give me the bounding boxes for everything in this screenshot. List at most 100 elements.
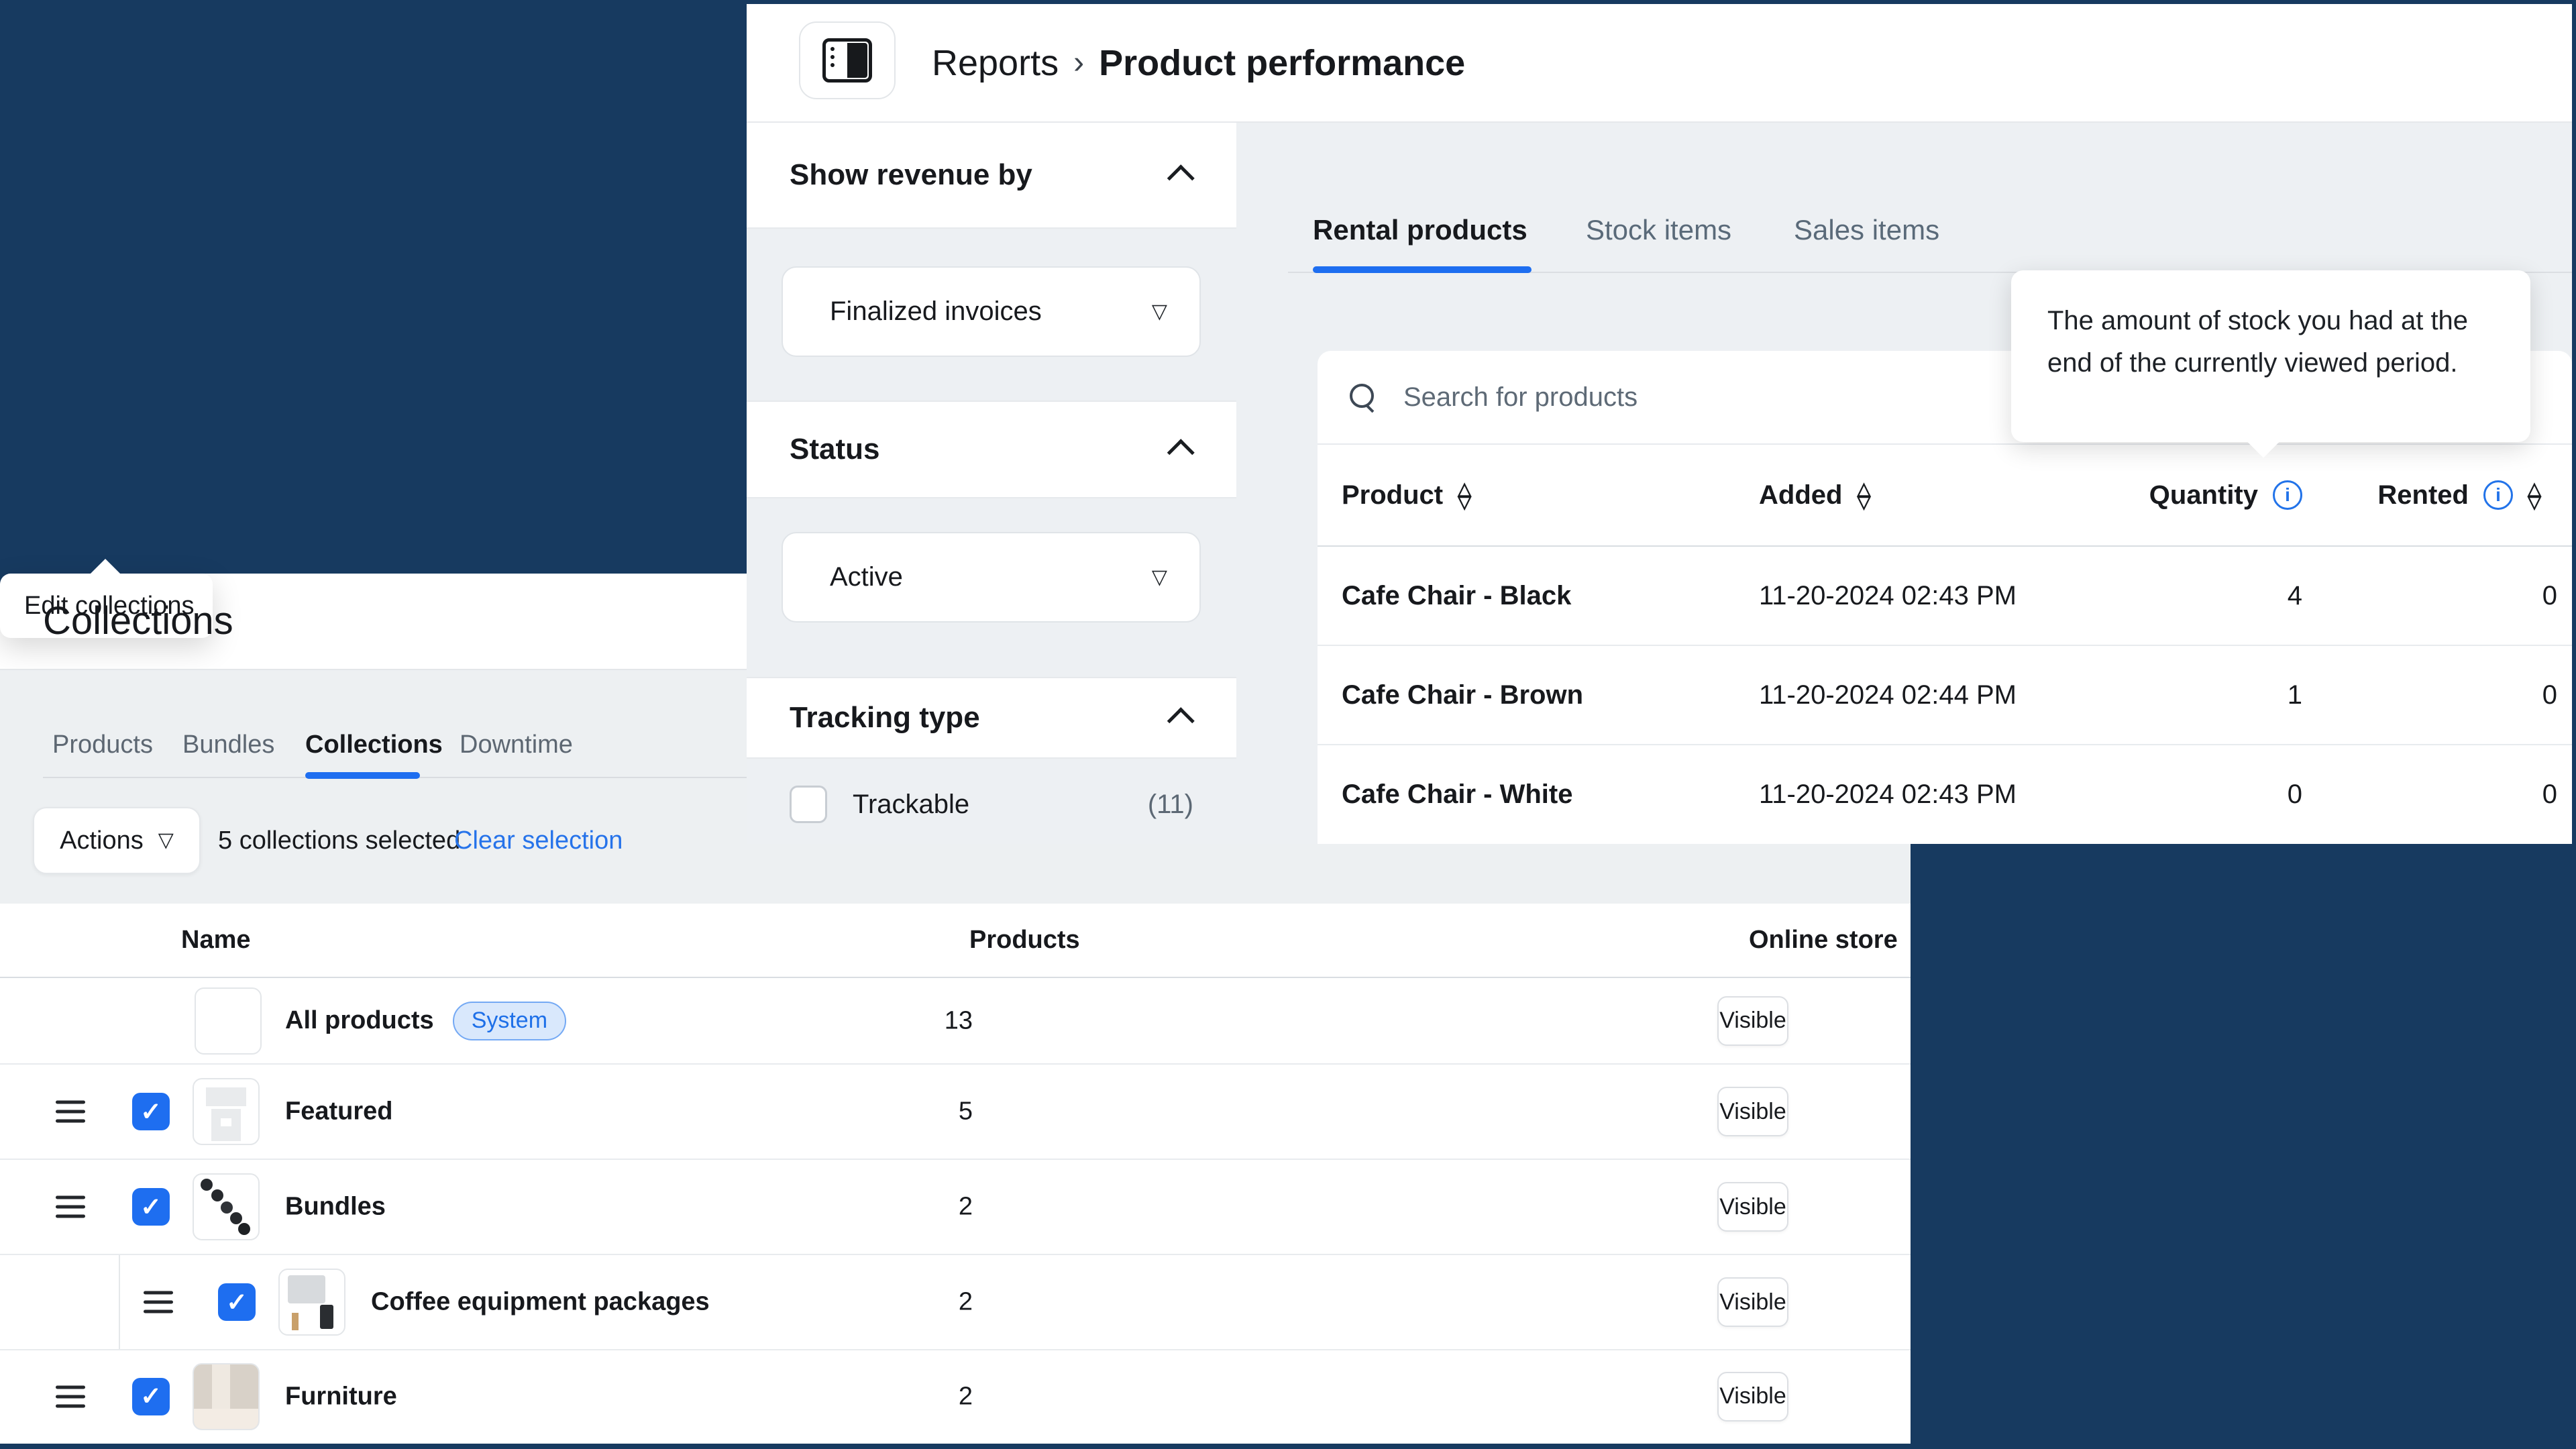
- trackable-count: (11): [1148, 790, 1193, 820]
- clear-selection-link[interactable]: Clear selection: [454, 807, 623, 874]
- table-row-coffee-equipment-packages: ✓ Coffee equipment packages 2 Visible: [0, 1255, 1911, 1350]
- info-icon[interactable]: i: [2483, 480, 2513, 510]
- online-store-visibility-button[interactable]: Visible: [1717, 1277, 1788, 1327]
- cell-product: Cafe Chair - Black: [1342, 547, 1571, 645]
- row-name: Featured: [285, 1097, 392, 1126]
- actions-dropdown-menu: Edit collections: [0, 574, 213, 638]
- reports-header: Reports › Product performance: [747, 4, 2572, 123]
- online-store-visibility-button[interactable]: Visible: [1717, 1372, 1788, 1421]
- products-count: 5: [926, 1097, 973, 1126]
- column-header-name: Name: [181, 904, 251, 977]
- filter-section-status[interactable]: Status: [747, 400, 1236, 498]
- row-name: Bundles: [285, 1193, 386, 1222]
- table-row-cafe-chair-brown[interactable]: Cafe Chair - Brown 11-20-2024 02:44 PM 1…: [1318, 646, 2572, 745]
- filter-section-tracking-type[interactable]: Tracking type: [747, 677, 1236, 759]
- online-store-visibility-button[interactable]: Visible: [1717, 996, 1788, 1046]
- sort-icon[interactable]: △▽: [2528, 482, 2541, 508]
- nesting-indent-line: [119, 1255, 120, 1349]
- info-icon[interactable]: i: [2273, 480, 2302, 510]
- breadcrumb-separator: ›: [1073, 44, 1084, 81]
- cell-added: 11-20-2024 02:44 PM: [1759, 646, 2017, 744]
- table-row-all-products: All products System 13 Visible: [0, 978, 1911, 1065]
- sidebar-toggle-button[interactable]: [799, 21, 896, 99]
- caret-down-icon: ▽: [1152, 568, 1167, 588]
- selection-count-text: 5 collections selected: [218, 807, 460, 874]
- cell-product: Cafe Chair - White: [1342, 745, 1572, 843]
- online-store-visibility-button[interactable]: Visible: [1717, 1182, 1788, 1232]
- column-header-online-store: Online store: [1749, 904, 1898, 977]
- actions-button-label: Actions: [60, 826, 144, 855]
- status-select[interactable]: Active ▽: [782, 532, 1201, 623]
- collections-table-header: Name Products Online store: [0, 904, 1911, 978]
- collections-table-body: All products System 13 Visible ✓ Feature…: [0, 978, 1911, 1442]
- status-value: Active: [830, 562, 903, 592]
- row-name: Furniture: [285, 1382, 397, 1411]
- breadcrumb-reports-link[interactable]: Reports: [932, 42, 1059, 84]
- column-header-rented[interactable]: Rented i △▽: [2377, 445, 2541, 545]
- cell-rented: 0: [2477, 745, 2557, 843]
- search-icon: [1350, 382, 1379, 412]
- caret-down-icon: ▽: [158, 830, 174, 851]
- column-header-added[interactable]: Added △▽: [1759, 445, 1870, 545]
- tab-downtime[interactable]: Downtime: [460, 727, 573, 763]
- table-row-cafe-chair-white[interactable]: Cafe Chair - White 11-20-2024 02:43 PM 0…: [1318, 745, 2572, 843]
- reports-window: Reports › Product performance Show reven…: [747, 4, 2572, 844]
- column-header-quantity[interactable]: Quantity i: [2149, 445, 2302, 545]
- row-checkbox[interactable]: ✓: [132, 1188, 170, 1226]
- tab-products[interactable]: Products: [52, 727, 153, 763]
- tab-sales-items[interactable]: Sales items: [1794, 212, 1939, 248]
- filter-section-show-revenue-by[interactable]: Show revenue by: [747, 121, 1236, 229]
- cell-product: Cafe Chair - Brown: [1342, 646, 1583, 744]
- cell-quantity: 0: [2222, 745, 2302, 843]
- tab-stock-items[interactable]: Stock items: [1586, 212, 1731, 248]
- cell-added: 11-20-2024 02:43 PM: [1759, 547, 2017, 645]
- drag-handle-icon[interactable]: [56, 1385, 85, 1407]
- tab-rental-products[interactable]: Rental products: [1313, 212, 1527, 248]
- thumbnail-coffee-equipment: [278, 1269, 345, 1336]
- sort-icon[interactable]: △▽: [1458, 482, 1471, 508]
- thumbnail-furniture: [193, 1363, 260, 1430]
- row-name: All products: [285, 1006, 434, 1035]
- row-name: Coffee equipment packages: [371, 1288, 710, 1317]
- cell-added: 11-20-2024 02:43 PM: [1759, 745, 2017, 843]
- drag-handle-icon[interactable]: [144, 1291, 173, 1313]
- filter-section-title: Show revenue by: [790, 158, 1032, 192]
- row-checkbox[interactable]: ✓: [132, 1093, 170, 1130]
- products-count: 2: [926, 1193, 973, 1222]
- row-checkbox[interactable]: ✓: [218, 1283, 256, 1321]
- table-row-furniture: ✓ Furniture 2 Visible: [0, 1350, 1911, 1442]
- filter-section-title: Status: [790, 433, 879, 466]
- breadcrumb-current-page: Product performance: [1099, 42, 1465, 84]
- chevron-up-icon: [1167, 439, 1195, 466]
- active-tab-underline: [1313, 266, 1532, 273]
- quantity-tooltip: The amount of stock you had at the end o…: [2011, 270, 2530, 442]
- table-row-featured: ✓ Featured 5 Visible: [0, 1065, 1911, 1160]
- tab-collections[interactable]: Collections: [305, 727, 443, 763]
- menu-item-edit-collections[interactable]: Edit collections: [24, 574, 194, 638]
- column-header-product[interactable]: Product △▽: [1342, 445, 1471, 545]
- actions-button[interactable]: Actions ▽: [33, 807, 201, 874]
- trackable-checkbox[interactable]: [790, 786, 827, 823]
- trackable-filter-row: Trackable (11): [747, 786, 1236, 823]
- online-store-visibility-button[interactable]: Visible: [1717, 1087, 1788, 1136]
- drag-handle-icon[interactable]: [56, 1101, 85, 1123]
- revenue-by-value: Finalized invoices: [830, 297, 1042, 327]
- products-count: 13: [926, 1006, 973, 1035]
- row-checkbox[interactable]: ✓: [132, 1378, 170, 1415]
- products-table-header: Product △▽ Added △▽ Quantity i Rented i …: [1318, 445, 2572, 547]
- tab-bundles[interactable]: Bundles: [182, 727, 274, 763]
- breadcrumb: Reports › Product performance: [932, 4, 1465, 121]
- sort-icon[interactable]: △▽: [1857, 482, 1870, 508]
- cell-rented: 0: [2477, 547, 2557, 645]
- thumbnail-bundles: [193, 1173, 260, 1240]
- revenue-by-select[interactable]: Finalized invoices ▽: [782, 266, 1201, 357]
- drag-handle-icon[interactable]: [56, 1196, 85, 1218]
- tooltip-text: The amount of stock you had at the end o…: [2047, 300, 2494, 384]
- table-row-cafe-chair-black[interactable]: Cafe Chair - Black 11-20-2024 02:43 PM 4…: [1318, 547, 2572, 646]
- filter-section-title: Tracking type: [790, 701, 980, 735]
- search-input[interactable]: [1402, 382, 2008, 413]
- table-row-bundles: ✓ Bundles 2 Visible: [0, 1160, 1911, 1255]
- active-tab-underline: [305, 772, 420, 779]
- cell-quantity: 4: [2222, 547, 2302, 645]
- chevron-up-icon: [1167, 164, 1195, 192]
